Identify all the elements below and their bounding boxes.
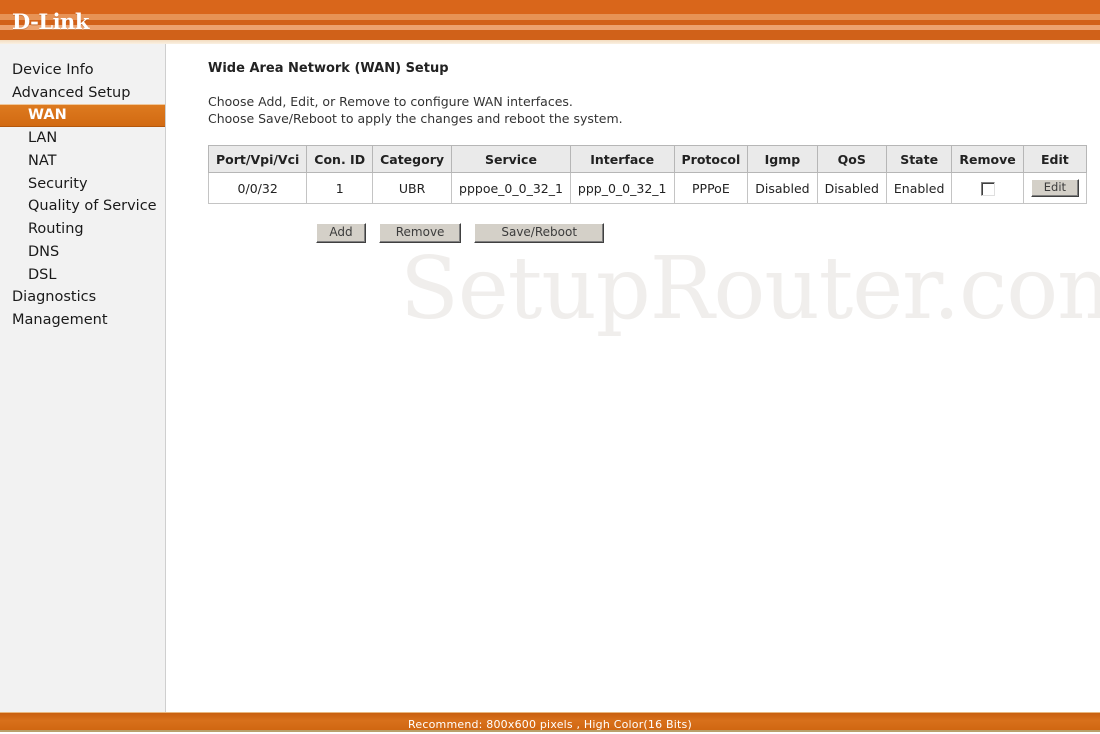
table-header-row: Port/Vpi/Vci Con. ID Category Service Interf…	[207, 145, 1088, 173]
description-line-1: Choose Add, Edit, or Remove to configure…	[208, 94, 573, 109]
site-watermark: SetupRouter.com	[400, 239, 1100, 339]
sidebar-item-wan[interactable]: WAN	[0, 104, 165, 128]
column-header-service: Service	[451, 145, 571, 173]
column-header-remove: Remove	[951, 145, 1024, 173]
column-header-protocol: Protocol	[673, 145, 749, 173]
column-header-interface: Interface	[569, 145, 675, 173]
add-button[interactable]: Add	[316, 223, 366, 243]
table-action-buttons: Add Remove Save/Reboot	[316, 221, 1100, 243]
sidebar-item-nat[interactable]: NAT	[0, 150, 165, 173]
column-header-qos: QoS	[816, 145, 887, 173]
sidebar-item-lan[interactable]: LAN	[0, 127, 165, 150]
dlink-logo: D-Link	[12, 9, 89, 34]
description-line-2: Choose Save/Reboot to apply the changes …	[208, 110, 623, 126]
cell-edit: Edit	[1022, 172, 1088, 204]
cell-interface: ppp_0_0_32_1	[569, 172, 675, 204]
cell-remove	[951, 172, 1024, 204]
column-header-category: Category	[372, 145, 453, 173]
cell-port-vpi-vci: 0/0/32	[207, 172, 308, 204]
cell-category: UBR	[372, 172, 453, 204]
footer-text: Recommend: 800x600 pixels , High Color(1…	[408, 718, 692, 731]
sidebar-item-dsl[interactable]: DSL	[0, 264, 165, 287]
column-header-igmp: Igmp	[747, 145, 818, 173]
cell-qos: Disabled	[816, 172, 887, 204]
app-header: D-Link	[0, 0, 1100, 44]
cell-state: Enabled	[885, 172, 953, 204]
cell-service: pppoe_0_0_32_1	[451, 172, 571, 204]
save-reboot-button[interactable]: Save/Reboot	[474, 223, 605, 243]
sidebar-item-routing[interactable]: Routing	[0, 218, 165, 241]
wan-interfaces-table: Port/Vpi/Vci Con. ID Category Service Interf…	[207, 145, 1088, 204]
table-body: 0/0/32 1 UBR pppoe_0_0_32_1 ppp_0_0_32_1 PPPo…	[207, 172, 1088, 204]
cell-igmp: Disabled	[747, 172, 818, 204]
table-row: 0/0/32 1 UBR pppoe_0_0_32_1 ppp_0_0_32_1 PPPo…	[207, 172, 1088, 204]
page-title: Wide Area Network (WAN) Setup	[208, 61, 449, 76]
remove-checkbox[interactable]	[980, 181, 995, 196]
sidebar-menu: Device Info Advanced Setup WAN LAN NAT Securi…	[0, 44, 165, 332]
main-content: SetupRouter.com Wide Area Network (WAN) …	[167, 44, 1100, 712]
footer-bar: Recommend: 800x600 pixels , High Color(1…	[0, 712, 1100, 732]
sidebar-item-advanced-setup[interactable]: Advanced Setup	[0, 82, 165, 105]
column-header-port-vpi-vci: Port/Vpi/Vci	[207, 145, 308, 173]
sidebar-item-diagnostics[interactable]: Diagnostics	[0, 286, 165, 309]
cell-protocol: PPPoE	[673, 172, 749, 204]
remove-button[interactable]: Remove	[379, 223, 462, 243]
column-header-state: State	[885, 145, 953, 173]
edit-button[interactable]: Edit	[1030, 179, 1080, 197]
sidebar-item-quality-of-service[interactable]: Quality of Service	[0, 195, 165, 218]
cell-con-id: 1	[306, 172, 374, 204]
sidebar-item-security[interactable]: Security	[0, 173, 165, 196]
sidebar-item-device-info[interactable]: Device Info	[0, 59, 165, 82]
column-header-edit: Edit	[1022, 145, 1088, 173]
header-gradient-stripes	[0, 0, 1100, 44]
sidebar-nav: Device Info Advanced Setup WAN LAN NAT Securi…	[0, 44, 166, 712]
sidebar-item-dns[interactable]: DNS	[0, 241, 165, 264]
column-header-con-id: Con. ID	[306, 145, 374, 173]
sidebar-item-management[interactable]: Management	[0, 309, 165, 332]
